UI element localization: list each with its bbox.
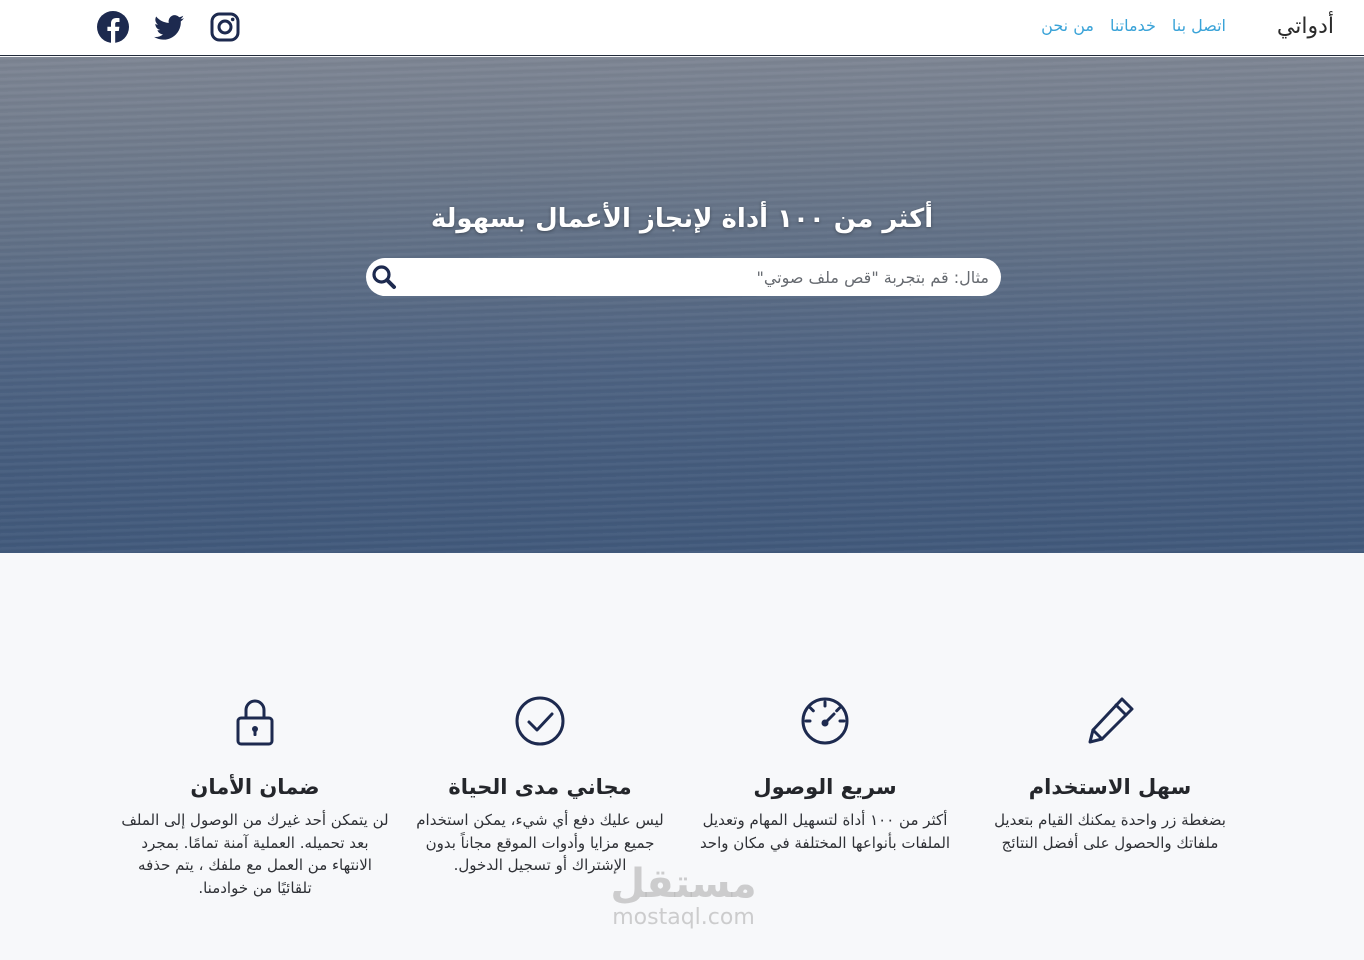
search-icon: [372, 265, 396, 289]
watermark-latin: mostaql.com: [612, 905, 755, 930]
search-bar: [366, 258, 1001, 296]
feature-free-lifetime: مجاني مدى الحياة ليس عليك دفع أي شيء، يم…: [405, 693, 675, 877]
watermark-arabic: مستقل: [610, 861, 757, 907]
feature-title: سريع الوصول: [753, 775, 897, 799]
feature-title: مجاني مدى الحياة: [448, 775, 632, 799]
feature-description: بضغطة زر واحدة يمكنك القيام بتعديل ملفات…: [994, 811, 1226, 852]
feature-title: سهل الاستخدام: [1028, 775, 1192, 799]
nav-link-services[interactable]: خدماتنا: [1110, 16, 1156, 35]
social-links: [96, 10, 242, 44]
instagram-icon[interactable]: [208, 10, 242, 44]
search-button[interactable]: [368, 261, 400, 293]
hero-section: أكثر من ١٠٠ أداة لإنجاز الأعمال بسهولة: [0, 57, 1364, 553]
feature-fast-access: سريع الوصول أكثر من ١٠٠ أداة لتسهيل المه…: [690, 693, 960, 854]
facebook-icon[interactable]: [96, 10, 130, 44]
check-circle-icon: [515, 696, 565, 746]
nav-link-about[interactable]: من نحن: [1041, 16, 1094, 35]
nav-links: من نحن خدماتنا اتصل بنا: [1041, 16, 1226, 35]
feature-description: أكثر من ١٠٠ أداة لتسهيل المهام وتعديل ال…: [699, 811, 951, 852]
hero-title: أكثر من ١٠٠ أداة لإنجاز الأعمال بسهولة: [430, 204, 934, 234]
speedometer-icon: [801, 697, 849, 745]
lock-icon: [236, 699, 274, 746]
watermark: مستقل mostaql.com: [596, 862, 771, 930]
feature-easy-to-use: سهل الاستخدام بضغطة زر واحدة يمكنك القيا…: [975, 693, 1245, 854]
twitter-icon[interactable]: [152, 10, 186, 44]
brand-logo[interactable]: أدواتي: [1277, 14, 1334, 39]
nav-link-contact[interactable]: اتصل بنا: [1172, 16, 1226, 35]
pencil-icon: [1088, 697, 1134, 744]
feature-title: ضمان الأمان: [190, 775, 320, 799]
search-input[interactable]: [419, 258, 989, 296]
feature-security: ضمان الأمان لن يتمكن أحد غيرك من الوصول …: [120, 693, 390, 899]
feature-description: لن يتمكن أحد غيرك من الوصول إلى الملف بع…: [121, 811, 389, 897]
navbar: أدواتي من نحن خدماتنا اتصل بنا: [0, 0, 1364, 56]
